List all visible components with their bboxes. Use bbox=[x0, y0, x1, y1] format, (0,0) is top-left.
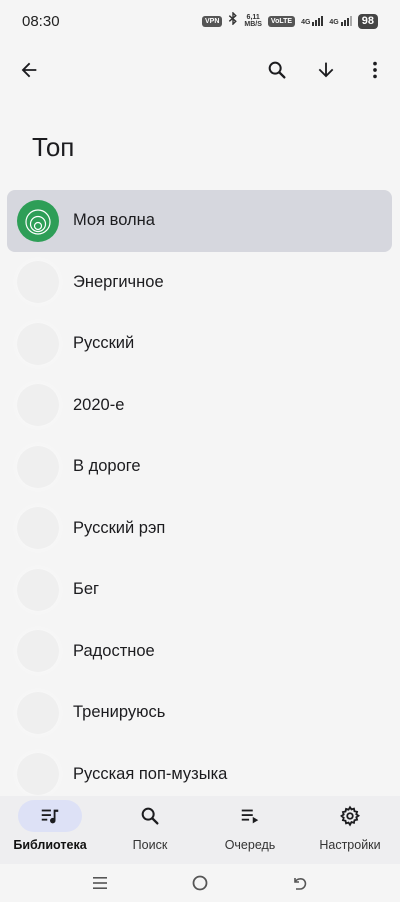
list-item-my-wave[interactable]: Моя волна bbox=[7, 190, 392, 252]
home-circle-icon bbox=[192, 875, 208, 891]
speed-unit: MB/S bbox=[244, 21, 262, 28]
wave-logo-icon bbox=[17, 199, 59, 242]
back-arrow-icon bbox=[294, 878, 307, 890]
list-item[interactable]: 2020-е bbox=[7, 375, 392, 437]
menu-icon bbox=[93, 877, 107, 889]
list-item-label: Бег bbox=[73, 580, 100, 599]
station-cover bbox=[17, 568, 59, 611]
download-button[interactable] bbox=[306, 50, 346, 90]
system-back-button[interactable] bbox=[280, 868, 320, 898]
station-cover bbox=[17, 753, 59, 795]
queue-icon bbox=[241, 809, 259, 824]
bluetooth-icon bbox=[228, 11, 238, 30]
list-item[interactable]: Бег bbox=[7, 559, 392, 621]
status-time: 08:30 bbox=[22, 12, 60, 30]
sim1-label: 4G bbox=[301, 19, 311, 26]
sim1-signal-icon: 4G bbox=[301, 16, 324, 26]
nav-label: Поиск bbox=[132, 838, 168, 852]
list-item[interactable]: Русский рэп bbox=[7, 498, 392, 560]
list-item-label: Русский bbox=[73, 334, 135, 353]
list-item[interactable]: Энергичное bbox=[7, 252, 392, 314]
station-list: Моя волна Энергичное Русский 2020-е В до… bbox=[7, 190, 392, 795]
search-icon bbox=[268, 61, 286, 79]
status-bar: 08:30 VPN 6,11 MB/S VoLTE 4G 4G 98 bbox=[0, 0, 400, 42]
more-vert-icon bbox=[373, 61, 377, 79]
status-icons: VPN 6,11 MB/S VoLTE 4G 4G 98 bbox=[202, 11, 378, 30]
station-cover bbox=[17, 261, 59, 304]
station-cover bbox=[17, 322, 59, 365]
arrow-left-icon bbox=[21, 62, 37, 78]
list-item[interactable]: В дороге bbox=[7, 436, 392, 498]
search-icon bbox=[141, 807, 159, 825]
recents-button[interactable] bbox=[80, 868, 120, 898]
list-item-label: 2020-е bbox=[73, 395, 125, 414]
nav-library[interactable]: Библиотека bbox=[0, 796, 100, 864]
network-speed: 6,11 MB/S bbox=[244, 14, 262, 28]
bottom-navigation: Библиотека Поиск Очередь Настройки bbox=[0, 796, 400, 864]
nav-label: Настройки bbox=[319, 838, 381, 852]
station-cover bbox=[17, 384, 59, 427]
sim2-label: 4G bbox=[329, 19, 339, 26]
nav-label: Библиотека bbox=[13, 838, 87, 852]
library-music-icon bbox=[41, 809, 59, 824]
nav-label: Очередь bbox=[224, 838, 276, 852]
list-item[interactable]: Радостное bbox=[7, 621, 392, 683]
station-cover bbox=[17, 630, 59, 673]
nav-active-indicator bbox=[18, 800, 82, 832]
sim2-signal-icon: 4G bbox=[329, 16, 352, 26]
list-item-label: Моя волна bbox=[73, 211, 155, 230]
more-options-button[interactable] bbox=[355, 50, 395, 90]
list-item[interactable]: Русская поп-музыка bbox=[7, 744, 392, 795]
back-button[interactable] bbox=[9, 50, 49, 90]
list-item-label: Русская поп-музыка bbox=[73, 764, 228, 783]
list-item[interactable]: Тренируюсь bbox=[7, 682, 392, 744]
home-button[interactable] bbox=[180, 868, 220, 898]
top-app-bar bbox=[0, 42, 400, 98]
nav-settings[interactable]: Настройки bbox=[300, 796, 400, 864]
settings-icon bbox=[340, 805, 361, 827]
station-cover bbox=[17, 691, 59, 734]
station-cover bbox=[17, 507, 59, 550]
list-item-label: В дороге bbox=[73, 457, 141, 476]
list-item-label: Энергичное bbox=[73, 272, 164, 291]
vpn-badge: VPN bbox=[202, 15, 223, 27]
list-item-label: Тренируюсь bbox=[73, 703, 166, 722]
list-item-label: Радостное bbox=[73, 641, 155, 660]
search-button[interactable] bbox=[257, 50, 297, 90]
arrow-down-icon bbox=[318, 62, 334, 78]
system-navigation-bar bbox=[0, 864, 400, 902]
speed-value: 6,11 bbox=[246, 14, 260, 21]
battery-indicator: 98 bbox=[357, 13, 378, 29]
volte-badge: VoLTE bbox=[267, 15, 296, 27]
station-cover bbox=[17, 445, 59, 488]
list-item[interactable]: Русский bbox=[7, 313, 392, 375]
list-item-label: Русский рэп bbox=[73, 518, 166, 537]
nav-queue[interactable]: Очередь bbox=[200, 796, 300, 864]
nav-search[interactable]: Поиск bbox=[100, 796, 200, 864]
page-title: Топ bbox=[32, 132, 75, 162]
